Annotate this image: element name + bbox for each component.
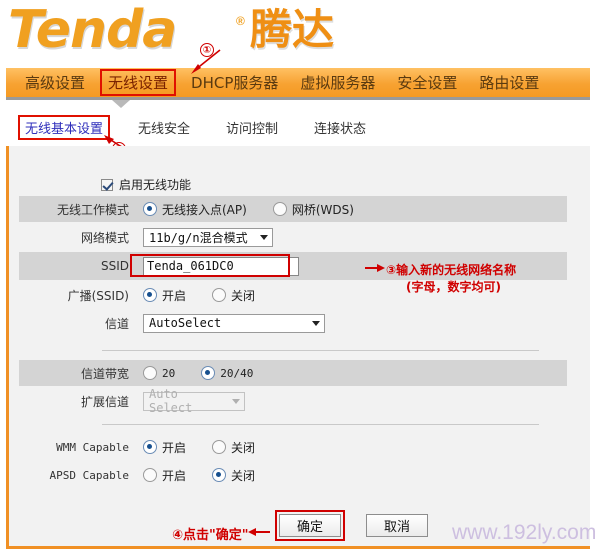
work-mode-wds-radio[interactable] <box>272 202 287 216</box>
active-tab-caret-icon <box>112 100 130 108</box>
extension-channel-select: Auto Select <box>143 387 245 415</box>
broadcast-ssid-off-label[interactable]: 关闭 <box>231 287 255 304</box>
wmm-capable-label: WMM Capable <box>56 440 129 454</box>
nav-item-wireless[interactable]: 无线设置 <box>100 69 177 96</box>
chevron-down-icon <box>312 320 320 326</box>
annotation-1-badge: ① <box>200 42 214 57</box>
row-wmm-capable: WMM Capable 开启 关闭 <box>19 434 567 460</box>
row-network-mode: 网络模式 11b/g/n混合模式 <box>19 224 567 250</box>
channel-bandwidth-2040-label[interactable]: 20/40 <box>220 367 253 380</box>
registered-trademark-icon: ® <box>236 14 245 28</box>
cancel-button[interactable]: 取消 <box>366 514 428 537</box>
work-mode-ap-radio[interactable] <box>143 202 157 216</box>
nav-item-advanced[interactable]: 高级设置 <box>14 72 96 93</box>
tenda-logo: Tenda <box>8 0 177 60</box>
enable-wireless-label: 启用无线功能 <box>119 178 192 192</box>
wmm-capable-on-radio[interactable] <box>143 440 157 454</box>
tenda-logo-chinese: 腾达 <box>250 5 335 54</box>
nav-item-security[interactable]: 安全设置 <box>386 72 468 93</box>
row-work-mode: 无线工作模式 无线接入点(AP) 网桥(WDS) <box>19 196 567 222</box>
annotation-3-text-line1: ③输入新的无线网络名称 <box>386 263 517 277</box>
annotation-3-arrow-icon <box>365 264 385 272</box>
wmm-capable-on-label[interactable]: 开启 <box>162 439 186 456</box>
apsd-capable-on-label[interactable]: 开启 <box>162 467 186 484</box>
wmm-capable-off-label[interactable]: 关闭 <box>231 439 255 456</box>
channel-value: AutoSelect <box>149 316 222 330</box>
apsd-capable-radio-group: 开启 关闭 <box>143 467 281 484</box>
channel-bandwidth-20-label[interactable]: 20 <box>162 367 175 380</box>
work-mode-ap-label[interactable]: 无线接入点(AP) <box>162 201 247 218</box>
broadcast-ssid-on-radio[interactable] <box>143 288 157 302</box>
page-header: Tenda ® 腾达 <box>0 0 596 64</box>
sub-navigation: 无线基本设置 无线安全 访问控制 连接状态 <box>6 110 590 144</box>
broadcast-ssid-label: 广播(SSID) <box>67 288 129 303</box>
apsd-capable-label: APSD Capable <box>49 468 129 482</box>
divider-1 <box>102 350 539 351</box>
main-navigation: 高级设置 无线设置 DHCP服务器 虚拟服务器 安全设置 路由设置 <box>6 68 590 100</box>
extension-channel-label: 扩展信道 <box>80 394 129 409</box>
channel-select[interactable]: AutoSelect <box>143 313 325 333</box>
wmm-capable-off-radio[interactable] <box>212 440 227 454</box>
network-mode-value: 11b/g/n混合模式 <box>149 230 248 245</box>
site-watermark: www.192ly.com <box>452 521 596 544</box>
row-extension-channel: 扩展信道 Auto Select <box>19 387 567 415</box>
broadcast-ssid-on-label[interactable]: 开启 <box>162 287 186 304</box>
nav-item-routing[interactable]: 路由设置 <box>468 72 550 93</box>
row-channel: 信道 AutoSelect <box>19 310 567 336</box>
subnav-item-connection-status[interactable]: 连接状态 <box>296 118 384 137</box>
chevron-down-icon <box>232 398 240 404</box>
subnav-item-access-control[interactable]: 访问控制 <box>208 118 296 137</box>
annotation-4-arrow-icon <box>248 528 270 536</box>
checkbox-checked-icon <box>101 178 113 191</box>
network-mode-label: 网络模式 <box>80 230 129 245</box>
channel-bandwidth-2040-radio[interactable] <box>201 366 216 380</box>
work-mode-radio-group: 无线接入点(AP) 网桥(WDS) <box>143 201 380 218</box>
network-mode-select[interactable]: 11b/g/n混合模式 <box>143 227 273 247</box>
channel-bandwidth-radio-group: 20 20/40 <box>143 366 279 380</box>
channel-bandwidth-20-radio[interactable] <box>143 366 157 380</box>
enable-wireless-checkbox[interactable]: 启用无线功能 <box>101 176 191 193</box>
channel-label: 信道 <box>104 316 129 331</box>
annotation-3-text-line2: (字母，数字均可) <box>406 280 501 294</box>
broadcast-ssid-off-radio[interactable] <box>212 288 227 302</box>
divider-2 <box>102 424 539 425</box>
chevron-down-icon <box>260 234 268 240</box>
router-admin-page: Tenda ® 腾达 高级设置 无线设置 DHCP服务器 虚拟服务器 安全设置 … <box>0 0 596 555</box>
channel-bandwidth-label: 信道带宽 <box>80 366 129 381</box>
ok-button-highlight-box <box>275 510 345 541</box>
content-panel: 启用无线功能 无线工作模式 无线接入点(AP) 网桥(WDS) 网络模式 11b… <box>6 146 590 549</box>
apsd-capable-off-radio[interactable] <box>212 468 227 482</box>
wmm-capable-radio-group: 开启 关闭 <box>143 439 281 456</box>
extension-channel-value: Auto Select <box>149 387 193 415</box>
work-mode-wds-label[interactable]: 网桥(WDS) <box>292 201 354 218</box>
ssid-highlight-box <box>130 254 290 277</box>
row-apsd-capable: APSD Capable 开启 关闭 <box>19 462 567 488</box>
apsd-capable-on-radio[interactable] <box>143 468 157 482</box>
row-channel-bandwidth: 信道带宽 20 20/40 <box>19 360 567 386</box>
broadcast-ssid-radio-group: 开启 关闭 <box>143 287 281 304</box>
apsd-capable-off-label[interactable]: 关闭 <box>231 467 255 484</box>
nav-item-virtual-server[interactable]: 虚拟服务器 <box>289 72 386 93</box>
annotation-4-text: ④点击"确定" <box>172 528 249 543</box>
ssid-label: SSID <box>100 259 129 273</box>
work-mode-label: 无线工作模式 <box>56 202 129 217</box>
